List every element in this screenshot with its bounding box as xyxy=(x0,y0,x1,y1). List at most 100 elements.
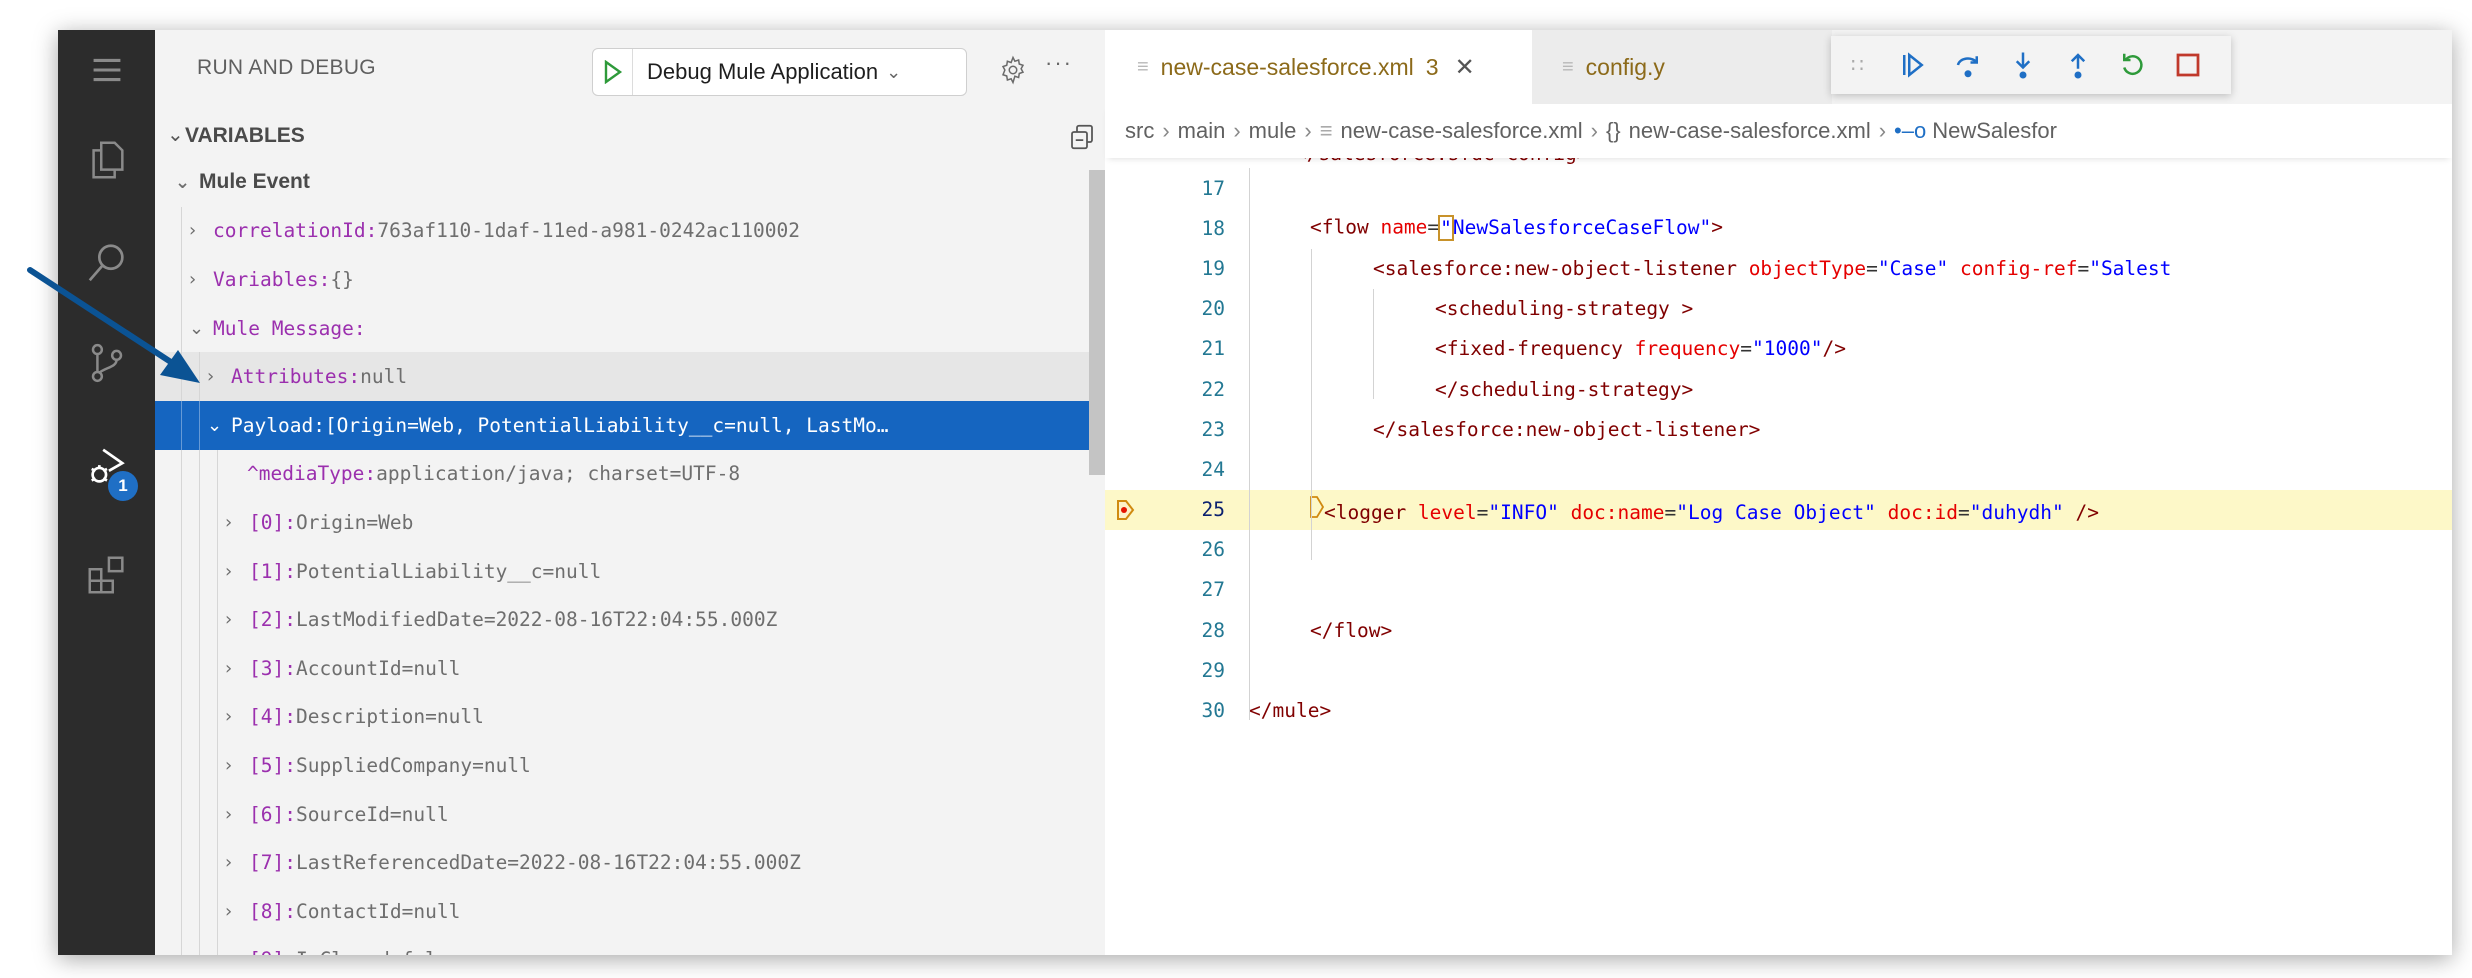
activity-bar: 1 xyxy=(58,30,155,955)
variable-value: AccountId=null xyxy=(295,656,461,680)
variables-tree: ⌄ Mule Event › correlationId: 763af110-1… xyxy=(155,158,1105,955)
variable-value: [Origin=Web, PotentialLiability__c=null,… xyxy=(324,413,889,437)
tree-row[interactable]: › [9]: IsClosed=false xyxy=(155,935,1105,955)
symbol-node-icon: •–o xyxy=(1894,118,1927,143)
breadcrumb-item[interactable]: new-case-salesforce.xml xyxy=(1629,118,1871,144)
variable-value: PotentialLiability__c=null xyxy=(295,559,602,583)
code-line: 28 </flow> xyxy=(1105,610,2452,650)
code-editor[interactable]: </salesforce:sfdc-config> 17 18 <flow na… xyxy=(1105,138,2452,731)
code-line: 21 <fixed-frequency frequency="1000"/> xyxy=(1105,329,2452,369)
step-into-icon[interactable] xyxy=(1995,45,2050,85)
run-debug-icon[interactable]: 1 xyxy=(58,427,155,507)
line-number: 28 xyxy=(1201,618,1225,642)
chevron-right-icon: › xyxy=(225,900,233,922)
braces-icon: {} xyxy=(1605,118,1621,143)
more-actions-icon[interactable]: ··· xyxy=(1045,50,1073,76)
variable-key: Payload xyxy=(231,413,314,437)
editor-tab-bar: ≡ new-case-salesforce.xml 3 ✕ ≡ config.y… xyxy=(1105,30,2452,104)
inline-breakpoint-icon xyxy=(1310,496,1324,518)
tree-row[interactable]: › [5]: SuppliedCompany=null xyxy=(155,741,1105,790)
tab-new-case-salesforce[interactable]: ≡ new-case-salesforce.xml 3 ✕ xyxy=(1105,30,1532,104)
launch-config-select[interactable]: Debug Mule Application ⌄ xyxy=(592,48,967,96)
breadcrumb-item[interactable]: new-case-salesforce.xml xyxy=(1341,118,1583,144)
file-lines-icon: ≡ xyxy=(1137,55,1149,78)
sidebar-scrollbar[interactable] xyxy=(1089,170,1105,475)
breadcrumb-item[interactable]: main xyxy=(1178,118,1226,144)
code-text: <fixed-frequency frequency="1000"/> xyxy=(1435,337,1846,361)
code-line: 17 xyxy=(1105,168,2452,208)
chevron-right-icon: › xyxy=(225,803,233,825)
chevron-right-icon: › xyxy=(225,609,233,631)
variables-section-title: VARIABLES xyxy=(185,124,305,147)
tree-row[interactable]: › [3]: AccountId=null xyxy=(155,643,1105,693)
code-line: 20 <scheduling-strategy > xyxy=(1105,289,2452,329)
drag-handle-icon[interactable]: ∷ xyxy=(1851,53,1885,78)
search-icon[interactable] xyxy=(58,223,155,303)
variable-value: SourceId=null xyxy=(295,802,449,826)
breadcrumb-item[interactable]: NewSalesfor xyxy=(1932,118,2057,144)
tree-row[interactable]: › [8]: ContactId=null xyxy=(155,886,1105,936)
chevron-right-icon: › xyxy=(1590,118,1598,143)
tree-row[interactable]: › [2]: LastModifiedDate=2022-08-16T22:04… xyxy=(155,595,1105,644)
code-text: <scheduling-strategy > xyxy=(1435,297,1694,321)
breadcrumb-item[interactable]: src xyxy=(1125,118,1154,144)
tree-row[interactable]: › [4]: Description=null xyxy=(155,692,1105,742)
chevron-right-icon: › xyxy=(1878,118,1887,143)
variable-value: LastReferencedDate=2022-08-16T22:04:55.0… xyxy=(295,851,801,875)
code-line: 23 </salesforce:new-object-listener> xyxy=(1105,409,2452,449)
collapse-all-icon[interactable] xyxy=(1067,122,1097,152)
stop-icon[interactable] xyxy=(2160,45,2215,85)
tree-row[interactable]: ⌄ Mule Message: xyxy=(155,303,1105,353)
continue-icon[interactable] xyxy=(1885,45,1940,85)
tree-group-mule-event[interactable]: ⌄ Mule Event xyxy=(155,158,1105,207)
variable-key: [1] xyxy=(249,559,285,583)
variable-value: Origin=Web xyxy=(295,510,414,534)
variable-key: [3] xyxy=(249,656,285,680)
step-out-icon[interactable] xyxy=(2050,45,2105,85)
extensions-icon[interactable] xyxy=(58,535,155,615)
tree-row[interactable]: › [1]: PotentialLiability__c=null xyxy=(155,546,1105,596)
close-icon[interactable]: ✕ xyxy=(1455,53,1475,82)
chevron-right-icon: › xyxy=(1233,118,1241,143)
debug-toolbar: ∷ xyxy=(1831,36,2231,94)
start-debugging-button[interactable] xyxy=(593,49,633,95)
tree-row-payload-selected[interactable]: ⌄ Payload: [Origin=Web, PotentialLiabili… xyxy=(155,400,1105,450)
tree-row[interactable]: › [6]: SourceId=null xyxy=(155,789,1105,839)
restart-icon[interactable] xyxy=(2105,45,2160,85)
step-over-icon[interactable] xyxy=(1940,45,1995,85)
breadcrumb-item[interactable]: mule xyxy=(1249,118,1297,144)
line-number: 18 xyxy=(1201,216,1225,240)
variables-section-header[interactable]: ⌄ VARIABLES xyxy=(155,110,1105,160)
tree-row[interactable]: › correlationId: 763af110-1daf-11ed-a981… xyxy=(155,206,1105,256)
tree-row[interactable]: › [0]: Origin=Web xyxy=(155,498,1105,547)
chevron-down-icon: ⌄ xyxy=(189,317,205,339)
breadcrumb: src › main › mule › ≡ new-case-salesforc… xyxy=(1105,104,2452,158)
gear-icon[interactable] xyxy=(995,52,1031,88)
explorer-icon[interactable] xyxy=(58,120,155,200)
chevron-down-icon: ⌄ xyxy=(167,124,184,146)
tree-row[interactable]: › [7]: LastReferencedDate=2022-08-16T22:… xyxy=(155,838,1105,887)
code-text: </flow> xyxy=(1310,618,1393,642)
source-control-icon[interactable] xyxy=(58,323,155,403)
menu-icon[interactable] xyxy=(58,30,155,110)
variable-key: [5] xyxy=(249,753,285,777)
problems-count: 3 xyxy=(1425,53,1439,80)
play-icon xyxy=(604,60,622,84)
tree-row[interactable]: › Attributes: null xyxy=(155,352,1105,401)
sidebar-title: RUN AND DEBUG xyxy=(197,56,376,79)
indent-guide xyxy=(1311,249,1312,560)
code-text: </scheduling-strategy> xyxy=(1435,377,1694,401)
breakpoint-stopped-icon[interactable] xyxy=(1115,499,1135,521)
run-and-debug-sidebar: RUN AND DEBUG Debug Mule Application ⌄ ·… xyxy=(155,30,1105,955)
chevron-down-icon: ⌄ xyxy=(886,61,902,82)
chevron-right-icon: › xyxy=(189,268,197,290)
chevron-right-icon: › xyxy=(225,852,233,874)
debug-badge: 1 xyxy=(108,471,138,501)
tree-label: Mule Event xyxy=(199,170,310,194)
line-number: 17 xyxy=(1201,176,1225,200)
tab-config[interactable]: ≡ config.y xyxy=(1532,30,1832,104)
sidebar-header: RUN AND DEBUG Debug Mule Application ⌄ ·… xyxy=(155,30,1105,110)
chevron-right-icon: › xyxy=(207,366,215,388)
tree-row[interactable]: ^mediaType: application/java; charset=UT… xyxy=(155,449,1105,499)
tree-row[interactable]: › Variables: {} xyxy=(155,255,1105,304)
